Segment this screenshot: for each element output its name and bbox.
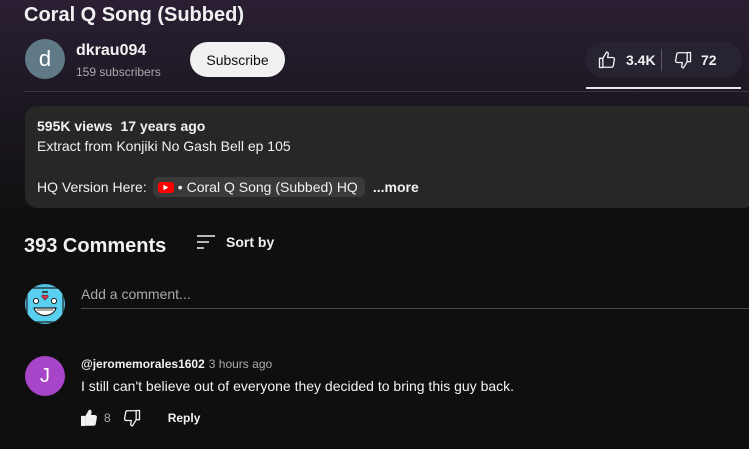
dislike-count: 72	[701, 51, 717, 68]
comment-text: I still can't believe out of everyone th…	[81, 378, 515, 394]
channel-avatar-letter: d	[38, 46, 52, 71]
like-dislike-group: 3.4K 72	[585, 42, 742, 77]
comment-author[interactable]: @jeromemorales1602	[81, 357, 205, 371]
comment-like-count: 8	[104, 411, 111, 425]
like-button[interactable]: 3.4K	[585, 42, 661, 77]
description-line: Extract from Konjiki No Gash Bell ep 105	[37, 138, 291, 154]
comment-time[interactable]: 3 hours ago	[209, 357, 272, 371]
channel-name[interactable]: dkrau094	[76, 42, 146, 60]
sort-by-button[interactable]: Sort by	[196, 234, 274, 250]
comment-reply-button[interactable]: Reply	[168, 411, 201, 425]
section-divider	[24, 91, 749, 92]
upload-age: 17 years ago	[120, 118, 206, 134]
subscribe-button[interactable]: Subscribe	[190, 42, 285, 77]
subscriber-count: 159 subscribers	[76, 65, 161, 79]
thumbs-up-filled-icon	[79, 408, 99, 428]
description-hq-line: HQ Version Here: • Coral Q Song (Subbed)…	[37, 177, 419, 197]
like-underline	[586, 87, 741, 89]
add-comment-input[interactable]	[81, 286, 749, 302]
youtube-logo-icon	[157, 181, 174, 193]
sort-icon	[196, 234, 216, 250]
thumbs-up-icon	[597, 50, 617, 70]
like-count: 3.4K	[626, 51, 656, 68]
dislike-button[interactable]: 72	[662, 42, 742, 77]
channel-avatar[interactable]: d	[25, 39, 65, 79]
commenter-avatar-letter: J	[40, 364, 50, 387]
show-more-button[interactable]: ...more	[373, 179, 419, 195]
thumbs-down-icon	[673, 50, 693, 70]
sort-by-label: Sort by	[226, 234, 275, 250]
view-count: 595K views	[37, 118, 113, 134]
hq-link-text: Coral Q Song (Subbed) HQ	[186, 179, 358, 195]
hq-video-link[interactable]: • Coral Q Song (Subbed) HQ	[152, 177, 365, 197]
comments-count: 393 Comments	[24, 235, 167, 257]
user-avatar	[25, 284, 65, 324]
comment-dislike-button[interactable]	[122, 408, 142, 428]
comment-like-button[interactable]	[79, 408, 99, 428]
link-dot: •	[177, 179, 183, 195]
comment-header: @jeromemorales1602 3 hours ago	[81, 357, 272, 371]
video-title: Coral Q Song (Subbed)	[24, 4, 244, 26]
add-comment-field[interactable]	[81, 286, 749, 309]
watch-page: Coral Q Song (Subbed) d dkrau094 159 sub…	[0, 0, 749, 449]
description-meta: 595K views 17 years ago	[37, 118, 205, 134]
commenter-avatar[interactable]: J	[25, 356, 65, 396]
comment-actions: 8 Reply	[79, 408, 200, 428]
thumbs-down-icon	[122, 408, 142, 428]
hq-prefix: HQ Version Here:	[37, 179, 147, 195]
